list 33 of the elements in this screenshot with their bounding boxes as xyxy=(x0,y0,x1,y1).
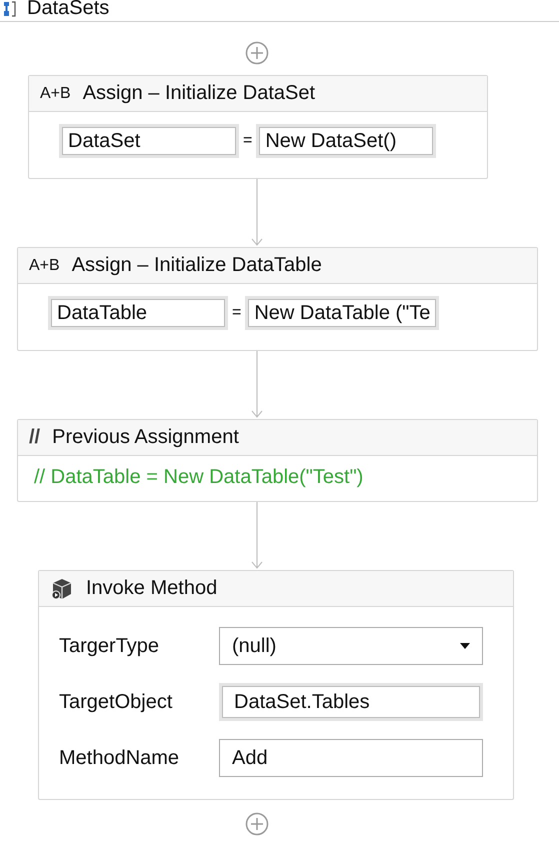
input-field[interactable]: DataTable xyxy=(48,296,228,330)
connector-arrow xyxy=(251,502,263,570)
add-icon[interactable] xyxy=(245,41,269,65)
activity-title: Invoke Method xyxy=(86,577,218,600)
activity-card[interactable]: A+B Assign – Initialize DataTable DataTable = New DataTable ("Te xyxy=(17,247,538,351)
connector-arrow xyxy=(251,351,263,419)
activity-title: Assign – Initialize DataSet xyxy=(82,82,316,105)
sequence-icon xyxy=(3,0,17,16)
input-field[interactable]: DataSet xyxy=(59,124,239,158)
dropdown-field[interactable]: (null) xyxy=(219,627,483,665)
equals-sign: = xyxy=(243,132,252,150)
input-field[interactable]: DataSet.Tables xyxy=(219,683,483,721)
input-field[interactable]: New DataSet() xyxy=(256,124,436,158)
property-label: TargerType xyxy=(59,634,160,658)
activity-title: Previous Assignment xyxy=(52,426,239,449)
add-icon[interactable] xyxy=(245,812,269,836)
input-field[interactable]: Add xyxy=(219,739,483,777)
cube-icon xyxy=(50,576,74,600)
activity-card[interactable]: A+B Assign – Initialize DataSet DataSet = New DataSet() xyxy=(28,75,488,179)
activity-title: Assign – Initialize DataTable xyxy=(72,254,322,277)
property-label: MethodName xyxy=(59,746,180,770)
activity-card[interactable]: // Previous Assignment // DataTable = New DataTable("Test") xyxy=(17,419,538,502)
workflow-title: DataSets xyxy=(27,0,110,20)
equals-sign: = xyxy=(232,304,242,322)
caret-icon xyxy=(460,643,470,649)
property-label: TargetObject xyxy=(59,690,174,714)
comment-text: // DataTable = New DataTable("Test") xyxy=(34,466,364,488)
activity-card[interactable]: Invoke Method TargerType (null) TargetObject DataSet.Tables MethodName Add xyxy=(38,570,514,800)
connector-arrow xyxy=(251,179,263,247)
assign-icon: A+B xyxy=(29,256,60,274)
assign-icon: A+B xyxy=(40,84,71,102)
comment-icon: // xyxy=(29,426,40,449)
input-field[interactable]: New DataTable ("Te xyxy=(245,296,440,330)
